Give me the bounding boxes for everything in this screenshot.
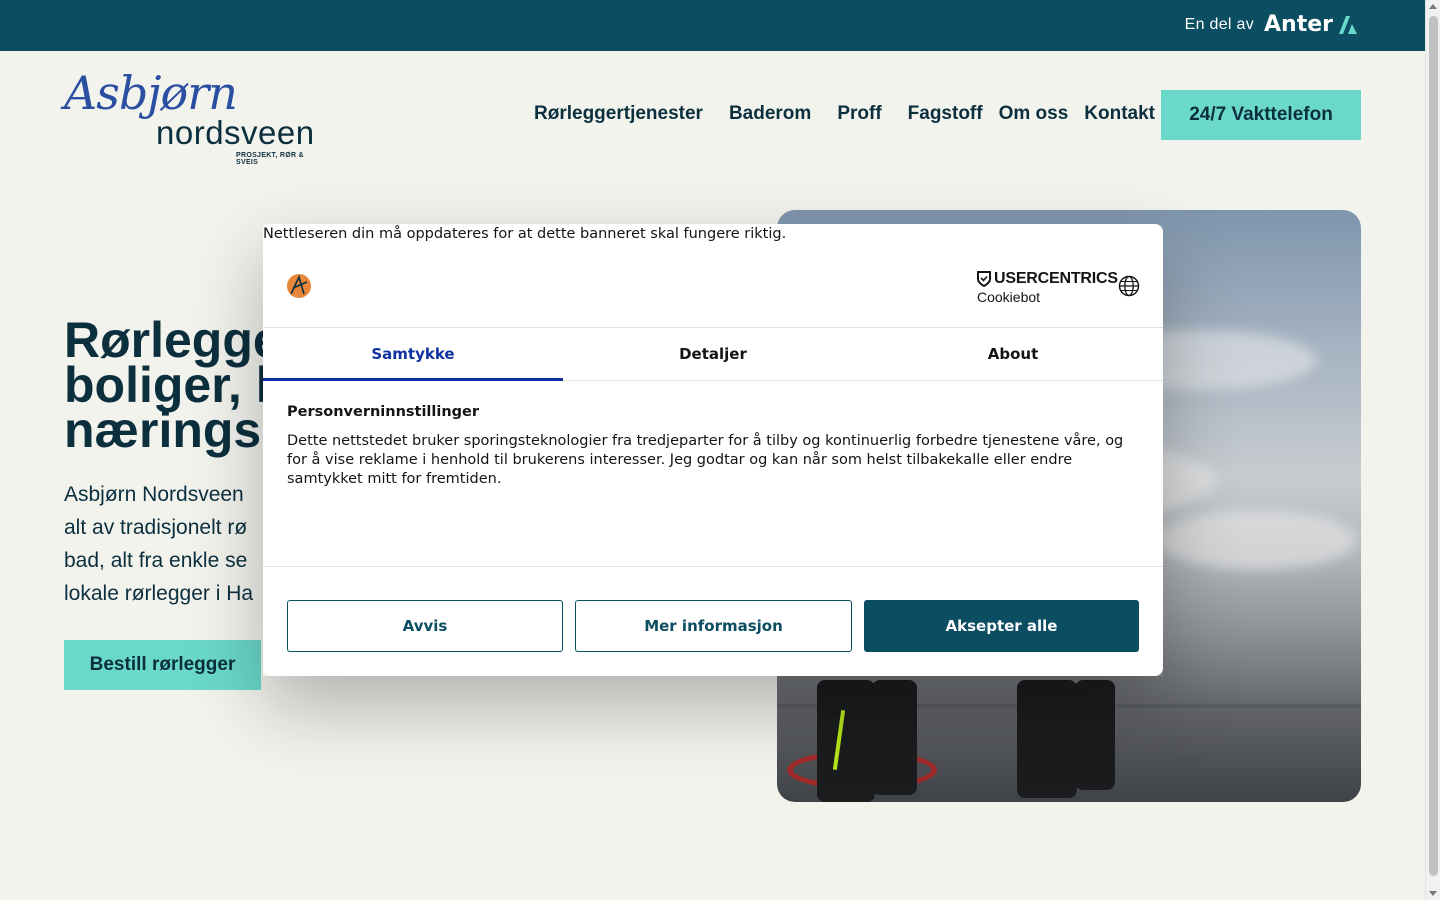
nav-item-kontakt[interactable]: Kontakt (1084, 103, 1155, 125)
nav-item-om-oss[interactable]: Om oss (999, 103, 1069, 125)
cookie-consent-dialog: Nettleseren din må oppdateres for at det… (263, 224, 1163, 676)
consent-tabs: Samtykke Detaljer About (263, 328, 1163, 381)
site-logo[interactable]: Asbjørn nordsveen PROSJEKT, RØR & SVEIS (64, 66, 326, 166)
consent-content: Personverninnstillinger Dette nettstedet… (287, 404, 1139, 489)
scroll-down-icon[interactable] (1429, 891, 1437, 896)
page-scrollbar[interactable] (1425, 0, 1440, 900)
part-of-anter[interactable]: En del av Anter (1185, 12, 1359, 37)
nav-item-baderom[interactable]: Baderom (729, 103, 811, 125)
part-of-label: En del av (1184, 15, 1255, 33)
consent-body: Dette nettstedet bruker sporingsteknolog… (287, 433, 1124, 487)
more-info-button[interactable]: Mer informasjon (575, 600, 852, 652)
nav-item-rorleggertjenester[interactable]: Rørleggertjenester (534, 103, 703, 125)
usercentrics-logo[interactable]: USERCENTRICS Cookiebot (977, 270, 1118, 305)
top-bar: En del av Anter (0, 0, 1425, 51)
nav-item-fagstoff[interactable]: Fagstoff (908, 103, 983, 125)
tab-samtykke[interactable]: Samtykke (263, 328, 563, 381)
cookiebot-label: Cookiebot (977, 289, 1041, 305)
site-brand-icon (287, 274, 311, 298)
accept-all-button[interactable]: Aksepter alle (864, 600, 1139, 652)
logo-tagline: PROSJEKT, RØR & SVEIS (236, 152, 304, 166)
language-globe-icon[interactable] (1118, 275, 1140, 297)
scroll-up-icon[interactable] (1429, 4, 1437, 9)
usercentrics-shield-icon (977, 271, 991, 287)
anter-logo-text: Anter (1264, 12, 1333, 37)
consent-heading: Personverninnstillinger (287, 404, 480, 420)
scrollbar-thumb[interactable] (1429, 16, 1438, 876)
tab-detaljer[interactable]: Detaljer (563, 328, 863, 380)
emergency-phone-button[interactable]: 24/7 Vakttelefon (1161, 90, 1361, 140)
order-plumber-button[interactable]: Bestill rørlegger (64, 640, 261, 690)
browser-update-warning: Nettleseren din må oppdateres for at det… (263, 226, 787, 242)
logo-script: Asbjørn (64, 66, 238, 120)
main-nav: Rørleggertjenester Baderom Proff Fagstof… (534, 103, 1155, 125)
dialog-footer: Avvis Mer informasjon Aksepter alle (263, 566, 1163, 676)
nav-item-proff[interactable]: Proff (837, 103, 881, 125)
anter-logo[interactable]: Anter (1264, 12, 1359, 37)
usercentrics-name: USERCENTRICS (994, 270, 1118, 287)
tab-about[interactable]: About (863, 328, 1163, 380)
reject-button[interactable]: Avvis (287, 600, 563, 652)
logo-word: nordsveen (156, 114, 315, 151)
anter-mark-icon (1339, 15, 1357, 34)
